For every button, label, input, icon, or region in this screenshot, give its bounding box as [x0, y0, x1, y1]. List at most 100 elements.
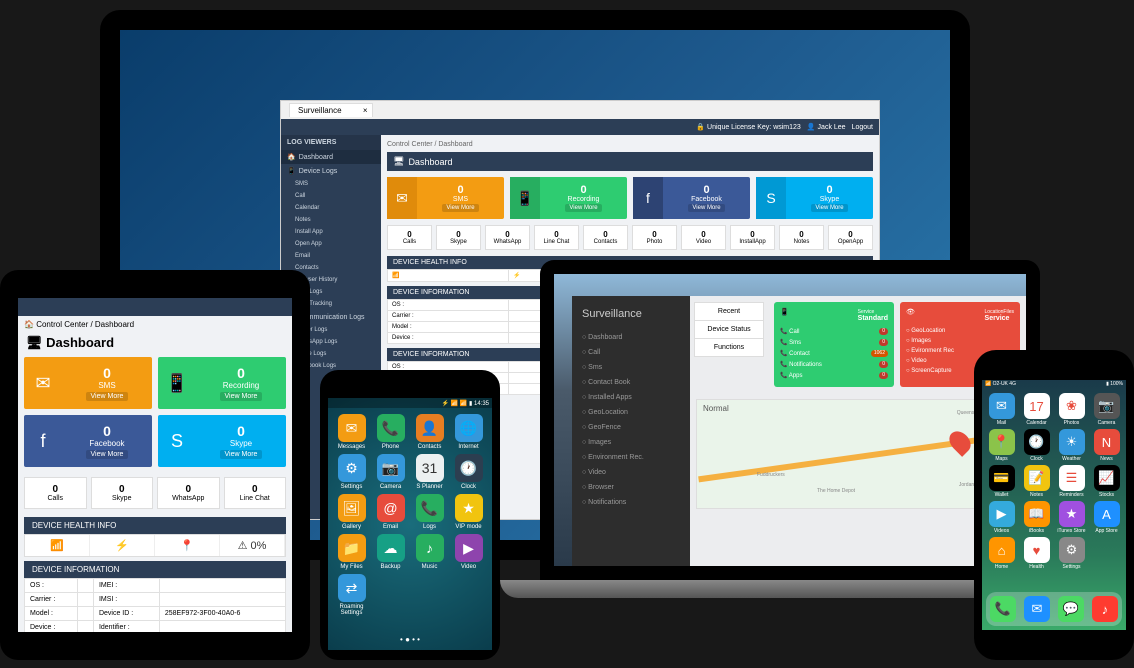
- card-facebook[interactable]: f0FacebookView More: [633, 177, 750, 219]
- card-sms[interactable]: ✉0SMSView More: [24, 357, 152, 409]
- stat-tile[interactable]: 0WhatsApp: [485, 225, 530, 250]
- health-row: 📶 ⚡ 📍 ⚠ 0%: [24, 534, 286, 557]
- app-icon[interactable]: 🕐Clock: [451, 454, 486, 490]
- stat-tile[interactable]: 0OpenApp: [828, 225, 873, 250]
- dock-app-icon[interactable]: 💬: [1058, 596, 1084, 622]
- app-icon[interactable]: ❀Photos: [1056, 393, 1087, 426]
- app-icon[interactable]: ♥Health: [1021, 537, 1052, 570]
- app-icon[interactable]: ☰Reminders: [1056, 465, 1087, 498]
- sidebar-item[interactable]: ○ Notifications: [572, 495, 690, 510]
- app-icon[interactable]: ★VIP mode: [451, 494, 486, 530]
- sidebar-sub[interactable]: Call: [281, 190, 381, 202]
- facebook-icon: f: [633, 177, 663, 219]
- browser-tab[interactable]: Surveillance ×: [289, 103, 373, 117]
- close-icon[interactable]: ×: [363, 106, 368, 115]
- app-icon[interactable]: 📈Stocks: [1091, 465, 1122, 498]
- app-icon[interactable]: 🖼Gallery: [334, 494, 369, 530]
- app-icon[interactable]: 📝Notes: [1021, 465, 1052, 498]
- sidebar-item[interactable]: ○ Dashboard: [572, 330, 690, 345]
- sidebar-item[interactable]: ○ GeoLocation: [572, 405, 690, 420]
- dock-app-icon[interactable]: 📞: [990, 596, 1016, 622]
- sidebar-item-devicelogs[interactable]: 📱 Device Logs: [281, 164, 381, 178]
- stat-tile[interactable]: 0Photo: [632, 225, 677, 250]
- phone-icon: 📱: [158, 357, 196, 409]
- card-sms[interactable]: ✉0SMSView More: [387, 177, 504, 219]
- app-icon[interactable]: 📍Maps: [986, 429, 1017, 462]
- card-recording[interactable]: 📱0RecordingView More: [158, 357, 286, 409]
- app-icon[interactable]: ★iTunes Store: [1056, 501, 1087, 534]
- card-skype[interactable]: S0SkypeView More: [158, 415, 286, 467]
- stat-tile[interactable]: 0Calls: [24, 477, 87, 509]
- stat-tile[interactable]: 0Skype: [91, 477, 154, 509]
- sidebar-sub[interactable]: SMS: [281, 178, 381, 190]
- stat-tile[interactable]: 0WhatsApp: [157, 477, 220, 509]
- service-card[interactable]: 📱ServiceStandard 📞 Call0📞 Sms0📞 Contact1…: [774, 302, 894, 387]
- app-icon[interactable]: ✉Mail: [986, 393, 1017, 426]
- app-icon[interactable]: ♪Music: [412, 534, 447, 570]
- app-icon[interactable]: 📖iBooks: [1021, 501, 1052, 534]
- map-label: Normal: [703, 404, 729, 413]
- sidebar-item[interactable]: ○ Call: [572, 345, 690, 360]
- app-icon[interactable]: 💳Wallet: [986, 465, 1017, 498]
- app-icon[interactable]: ⚙Settings: [334, 454, 369, 490]
- sidebar-item[interactable]: ○ Environment Rec.: [572, 450, 690, 465]
- sidebar-sub[interactable]: Open App: [281, 238, 381, 250]
- app-icon[interactable]: ⌂Home: [986, 537, 1017, 570]
- status-bar: 📶 O2-UK 4G▮ 100%: [982, 380, 1126, 389]
- app-icon[interactable]: ☁Backup: [373, 534, 408, 570]
- app-icon[interactable]: ⚙Settings: [1056, 537, 1087, 570]
- app-icon[interactable]: ▶Videos: [986, 501, 1017, 534]
- sidebar-item[interactable]: ○ Images: [572, 435, 690, 450]
- tab-device-status[interactable]: Device Status: [694, 320, 764, 339]
- app-icon[interactable]: 👤Contacts: [412, 414, 447, 450]
- dock-app-icon[interactable]: ♪: [1092, 596, 1118, 622]
- sidebar-item[interactable]: ○ Browser: [572, 480, 690, 495]
- app-icon[interactable]: NNews: [1091, 429, 1122, 462]
- license-label: 🔒 Unique License Key: wsim123: [696, 123, 801, 131]
- app-icon[interactable]: 31S Planner: [412, 454, 447, 490]
- app-icon[interactable]: AApp Store: [1091, 501, 1122, 534]
- tab-functions[interactable]: Functions: [694, 338, 764, 357]
- app-icon[interactable]: 📷Camera: [1091, 393, 1122, 426]
- stat-tile[interactable]: 0Skype: [436, 225, 481, 250]
- stat-tile[interactable]: 0Line Chat: [534, 225, 579, 250]
- app-icon[interactable]: @Email: [373, 494, 408, 530]
- stat-tile[interactable]: 0Video: [681, 225, 726, 250]
- tablet-screen: 🏠 Control Center / Dashboard 🖥 Dashboard…: [18, 298, 292, 632]
- app-icon[interactable]: 📁My Files: [334, 534, 369, 570]
- user-label[interactable]: 👤 Jack Lee: [807, 123, 846, 131]
- app-icon[interactable]: ✉Messages: [334, 414, 369, 450]
- stat-tile[interactable]: 0Notes: [779, 225, 824, 250]
- sidebar-sub[interactable]: Email: [281, 250, 381, 262]
- sidebar-sub[interactable]: Install App: [281, 226, 381, 238]
- sidebar-sub[interactable]: Notes: [281, 214, 381, 226]
- skype-icon: S: [158, 415, 196, 467]
- sidebar-item[interactable]: ○ Installed Apps: [572, 390, 690, 405]
- sidebar-item[interactable]: ○ Sms: [572, 360, 690, 375]
- app-icon[interactable]: ☀Weather: [1056, 429, 1087, 462]
- stat-tile[interactable]: 0Calls: [387, 225, 432, 250]
- app-icon[interactable]: 🌐Internet: [451, 414, 486, 450]
- app-icon[interactable]: ⇄Roaming Settings: [334, 574, 369, 616]
- app-icon[interactable]: 17Calendar: [1021, 393, 1052, 426]
- logout-button[interactable]: Logout: [852, 124, 873, 131]
- sidebar-item[interactable]: ○ Video: [572, 465, 690, 480]
- sidebar-item-dashboard[interactable]: 🏠 Dashboard: [281, 150, 381, 164]
- card-recording[interactable]: 📱0RecordingView More: [510, 177, 627, 219]
- tab-recent[interactable]: Recent: [694, 302, 764, 321]
- dock-app-icon[interactable]: ✉: [1024, 596, 1050, 622]
- card-facebook[interactable]: f0FacebookView More: [24, 415, 152, 467]
- app-icon[interactable]: 📞Logs: [412, 494, 447, 530]
- app-icon[interactable]: 📷Camera: [373, 454, 408, 490]
- card-skype[interactable]: S0SkypeView More: [756, 177, 873, 219]
- sidebar-item[interactable]: ○ Contact Book: [572, 375, 690, 390]
- app-icon[interactable]: 🕐Clock: [1021, 429, 1052, 462]
- stat-tile[interactable]: 0Contacts: [583, 225, 628, 250]
- stat-tile[interactable]: 0Line Chat: [224, 477, 287, 509]
- app-icon[interactable]: ▶Video: [451, 534, 486, 570]
- map-panel[interactable]: Normal Fuddruckers The Home Depot Jordan…: [696, 399, 1020, 509]
- sidebar-sub[interactable]: Calendar: [281, 202, 381, 214]
- stat-tile[interactable]: 0InstallApp: [730, 225, 775, 250]
- app-icon[interactable]: 📞Phone: [373, 414, 408, 450]
- sidebar-item[interactable]: ○ GeoFence: [572, 420, 690, 435]
